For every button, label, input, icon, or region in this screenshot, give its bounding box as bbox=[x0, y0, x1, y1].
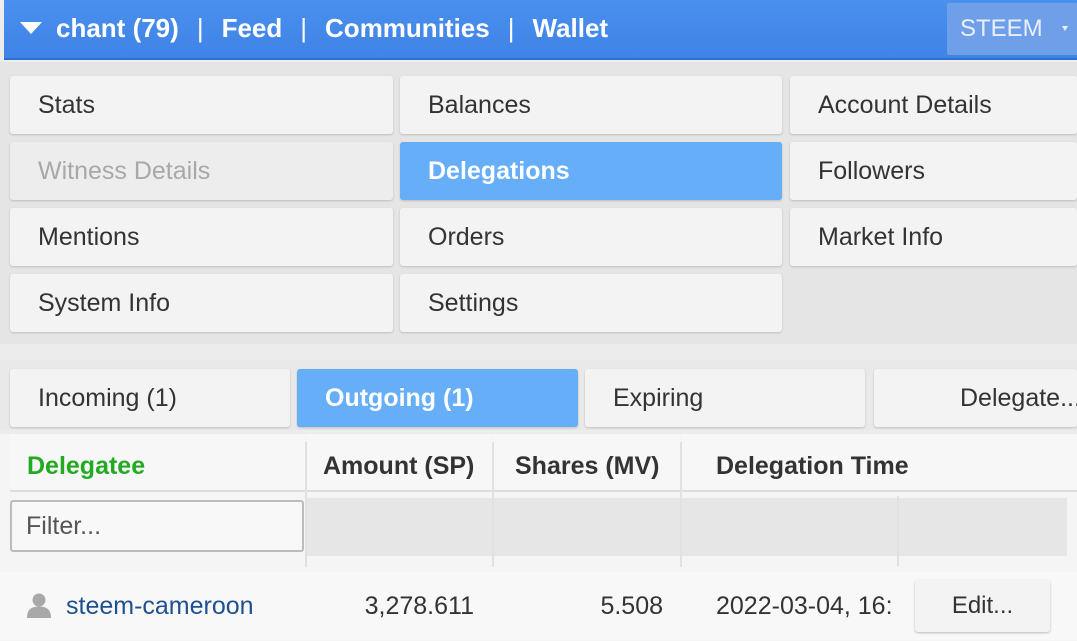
menu-stats[interactable]: Stats bbox=[10, 76, 393, 134]
menu-delegations[interactable]: Delegations bbox=[400, 142, 782, 200]
header-amount[interactable]: Amount (SP) bbox=[307, 434, 492, 492]
tab-expiring[interactable]: Expiring bbox=[585, 369, 865, 427]
menu-market-info[interactable]: Market Info bbox=[790, 208, 1077, 266]
nav-separator: | bbox=[507, 13, 515, 43]
user-icon bbox=[27, 593, 51, 618]
delegatee-link[interactable]: steem-cameroon bbox=[66, 572, 254, 640]
nav-separator: | bbox=[300, 13, 308, 43]
filter-input[interactable] bbox=[10, 500, 304, 552]
delegation-time-value: 2022-03-04, 16: bbox=[716, 592, 893, 620]
menu-orders[interactable]: Orders bbox=[400, 208, 782, 266]
dropdown-arrow-icon bbox=[1062, 26, 1068, 31]
nav-separator: | bbox=[196, 13, 204, 43]
communities-link[interactable]: Communities bbox=[325, 10, 490, 46]
menu-balances[interactable]: Balances bbox=[400, 76, 782, 134]
tab-outgoing[interactable]: Outgoing (1) bbox=[297, 369, 578, 427]
feed-link[interactable]: Feed bbox=[222, 10, 283, 46]
filter-cell bbox=[307, 498, 492, 556]
caret-down-icon[interactable] bbox=[20, 22, 42, 34]
top-bar: chant (79) | Feed | Communities | Wallet STEEM bbox=[4, 0, 1077, 60]
currency-select[interactable]: STEEM bbox=[947, 3, 1077, 55]
filter-cell bbox=[494, 498, 680, 556]
wallet-link[interactable]: Wallet bbox=[532, 10, 608, 46]
menu-settings[interactable]: Settings bbox=[400, 274, 782, 332]
header-delegation-time[interactable]: Delegation Time bbox=[682, 434, 1077, 492]
menu-followers[interactable]: Followers bbox=[790, 142, 1077, 200]
filter-cell bbox=[682, 498, 897, 556]
delegation-tabs: Incoming (1) Outgoing (1) Expiring Deleg… bbox=[0, 360, 1077, 430]
filter-row bbox=[0, 494, 1077, 558]
edit-button[interactable]: Edit... bbox=[915, 580, 1050, 632]
currency-label: STEEM bbox=[960, 15, 1043, 42]
top-nav: chant (79) | Feed | Communities | Wallet bbox=[56, 10, 608, 46]
filter-cell bbox=[899, 498, 1067, 556]
main-menu: Stats Balances Account Details Witness D… bbox=[0, 62, 1077, 344]
delegations-table: Delegatee Amount (SP) Shares (MV) Delega… bbox=[0, 434, 1077, 641]
menu-mentions[interactable]: Mentions bbox=[10, 208, 393, 266]
tab-delegate[interactable]: Delegate... bbox=[874, 369, 1077, 427]
tab-incoming[interactable]: Incoming (1) bbox=[10, 369, 290, 427]
shares-value: 5.508 bbox=[600, 592, 663, 620]
header-shares[interactable]: Shares (MV) bbox=[494, 434, 680, 492]
menu-account-details[interactable]: Account Details bbox=[790, 76, 1077, 134]
menu-witness-details[interactable]: Witness Details bbox=[10, 142, 393, 200]
menu-system-info[interactable]: System Info bbox=[10, 274, 393, 332]
account-link[interactable]: chant (79) bbox=[56, 10, 179, 46]
table-row: steem-cameroon 3,278.611 5.508 2022-03-0… bbox=[0, 572, 1077, 640]
header-delegatee[interactable]: Delegatee bbox=[10, 434, 305, 492]
amount-value: 3,278.611 bbox=[364, 592, 474, 620]
